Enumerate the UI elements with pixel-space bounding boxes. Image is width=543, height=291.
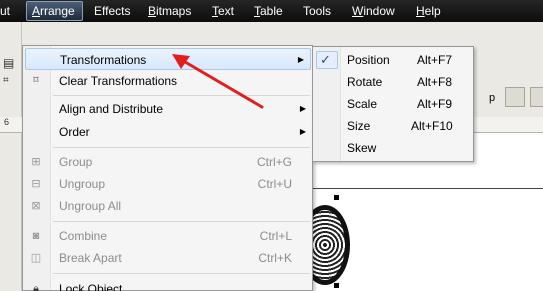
menu-item-group[interactable]: ⊞ Group Ctrl+G: [23, 151, 312, 173]
menu-item-bitmaps[interactable]: Bitmaps: [148, 4, 191, 19]
menu-item-ungroup-all[interactable]: ⊠ Ungroup All: [23, 195, 312, 217]
menu-item-arrange[interactable]: Arrange: [32, 4, 75, 19]
menu-item-label: Ungroup: [59, 177, 106, 191]
menu-item-label: Break Apart: [59, 251, 122, 265]
menu-item-text[interactable]: Text: [212, 4, 234, 19]
submenu-item-label: Skew: [347, 141, 377, 155]
submenu-item-shortcut: Alt+F7: [417, 53, 453, 67]
menu-item-table[interactable]: Table: [254, 4, 283, 19]
submenu-item-label: Position: [347, 53, 390, 67]
toolbar-button[interactable]: [505, 87, 525, 107]
transformations-submenu: ✓ Position Alt+F7 Rotate Alt+F8 Scale Al…: [312, 46, 474, 162]
menu-item-ungroup[interactable]: ⊟ Ungroup Ctrl+U: [23, 173, 312, 195]
submenu-item-position[interactable]: ✓ Position Alt+F7: [313, 49, 473, 71]
menu-item-window[interactable]: Window: [352, 4, 395, 19]
break-apart-icon: ◫: [30, 252, 42, 264]
menu-item-order[interactable]: Order ▶: [23, 121, 312, 143]
submenu-arrow-icon: ▶: [297, 55, 304, 64]
menu-item-help[interactable]: Help: [416, 4, 441, 19]
pick-tool-icon[interactable]: ⌗: [3, 75, 9, 86]
ungroup-all-icon: ⊠: [31, 200, 41, 212]
combine-icon: ◙: [32, 230, 40, 242]
ungroup-icon: ⊟: [31, 178, 41, 190]
submenu-item-shortcut: Alt+F10: [411, 119, 453, 133]
lock-icon: 🔒︎: [33, 283, 39, 291]
menu-item-label: Clear Transformations: [59, 74, 178, 88]
menu-separator: [53, 147, 310, 148]
toolbar-button[interactable]: [530, 87, 543, 107]
menu-item-effects[interactable]: Effects: [94, 4, 130, 19]
submenu-item-shortcut: Alt+F9: [417, 97, 453, 111]
submenu-item-skew[interactable]: Skew: [313, 137, 473, 159]
submenu-arrow-icon: ▶: [299, 127, 306, 136]
submenu-item-label: Scale: [347, 97, 378, 111]
menu-item-shortcut: Ctrl+G: [256, 155, 292, 169]
menu-item-shortcut: Ctrl+U: [257, 177, 292, 191]
toolbar-label: p: [489, 92, 496, 104]
menu-item-shortcut: Ctrl+L: [259, 229, 292, 243]
menu-item-label: Transformations: [60, 53, 147, 67]
selection-handle[interactable]: [334, 283, 339, 288]
submenu-arrow-icon: ▶: [299, 104, 306, 113]
menu-item-break-apart[interactable]: ◫ Break Apart Ctrl+K: [23, 247, 312, 269]
menu-separator: [53, 221, 310, 222]
menu-item-label: Align and Distribute: [59, 102, 164, 116]
menu-item-tools[interactable]: Tools: [303, 4, 331, 19]
submenu-item-scale[interactable]: Scale Alt+F9: [313, 93, 473, 115]
menu-item-lock-object[interactable]: 🔒︎ Lock Object: [23, 278, 312, 291]
menu-bar: ut Arrange Effects Bitmaps Text Table To…: [0, 0, 543, 22]
menu-item-label: Combine: [59, 229, 108, 243]
submenu-item-shortcut: Alt+F8: [417, 75, 453, 89]
menu-item-label: Order: [59, 125, 90, 139]
ruler-tick: 6: [4, 117, 10, 127]
menu-item-combine[interactable]: ◙ Combine Ctrl+L: [23, 225, 312, 247]
clipboard-icon[interactable]: ▤: [3, 56, 14, 70]
selection-handle[interactable]: [334, 195, 339, 200]
page-border: [310, 188, 543, 189]
clear-transformations-icon: ⌑: [33, 75, 39, 86]
menu-separator: [53, 273, 310, 274]
menu-item-shortcut: Ctrl+K: [258, 251, 292, 265]
menu-item-label: Group: [59, 155, 93, 169]
annotation-arrow: [172, 54, 264, 109]
submenu-item-size[interactable]: Size Alt+F10: [313, 115, 473, 137]
menu-item-label: Lock Object: [59, 282, 123, 291]
check-icon: ✓: [320, 52, 331, 67]
submenu-item-label: Size: [347, 119, 371, 133]
menu-item-layout[interactable]: ut: [0, 4, 10, 19]
menu-item-label: Ungroup All: [59, 199, 122, 213]
submenu-item-label: Rotate: [347, 75, 383, 89]
submenu-item-rotate[interactable]: Rotate Alt+F8: [313, 71, 473, 93]
group-icon: ⊞: [31, 156, 41, 168]
